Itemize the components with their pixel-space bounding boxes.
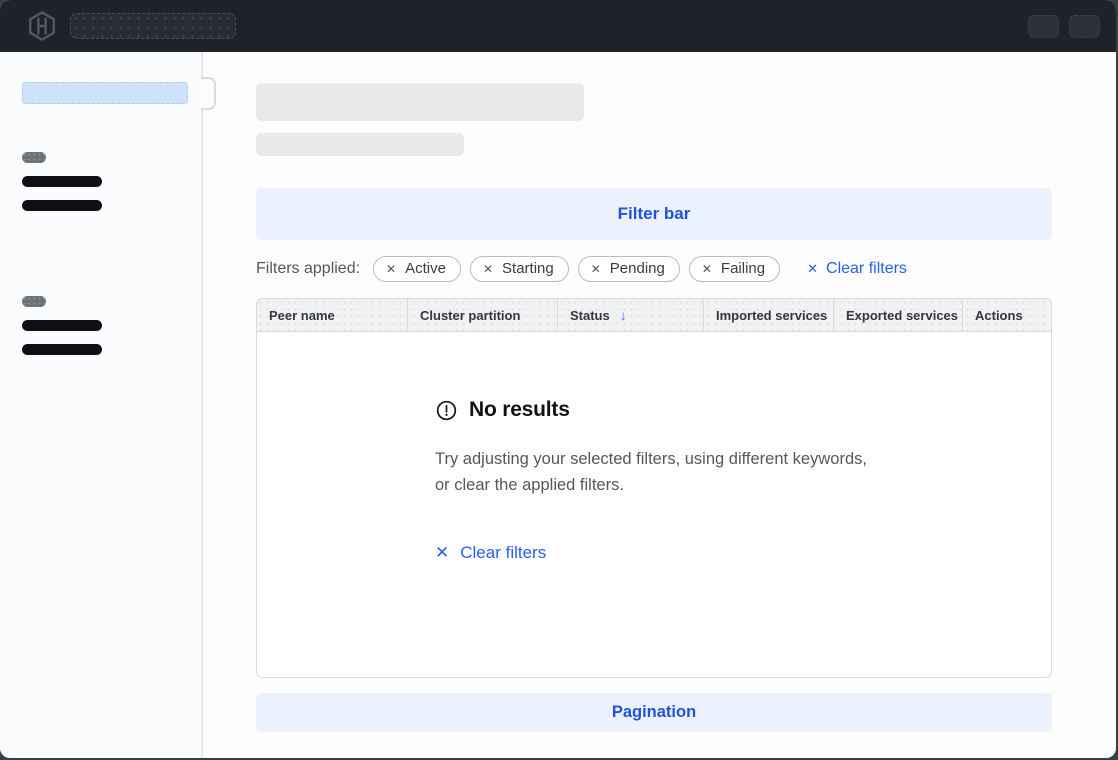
page-subtitle-skeleton [256,133,464,156]
column-header-imported-services[interactable]: Imported services [703,299,833,331]
column-header-label: Status [570,308,610,323]
close-icon[interactable]: ✕ [702,262,712,276]
pagination-banner[interactable]: Pagination [256,693,1052,732]
sidebar-toggle-handle[interactable] [201,77,216,110]
top-navbar [0,0,1116,52]
column-header-actions: Actions [962,299,1051,331]
filter-chips: ✕ Active ✕ Starting ✕ Pending ✕ Failing [373,256,780,282]
filter-bar-label: Filter bar [618,204,691,224]
filter-chip-label: Pending [610,260,665,277]
sidebar-item-skeleton[interactable] [22,176,102,187]
filters-applied-label: Filters applied: [256,260,360,278]
column-header-label: Cluster partition [420,308,520,323]
sidebar-item-skeleton[interactable] [22,200,102,211]
column-header-label: Actions [975,308,1023,323]
navbar-button-placeholder-1[interactable] [1028,15,1059,38]
navbar-button-placeholder-2[interactable] [1069,15,1100,38]
close-icon[interactable]: ✕ [386,262,396,276]
filter-chip-label: Starting [502,260,554,277]
sidebar-selected-item[interactable] [22,82,188,104]
sidebar-section-label-skeleton-2 [22,296,46,307]
page-title-skeleton [256,83,584,121]
close-icon[interactable]: ✕ [483,262,493,276]
sidebar-item-skeleton[interactable] [22,320,102,331]
filter-chip-starting[interactable]: ✕ Starting [470,256,569,282]
empty-state-title: No results [469,398,570,422]
sidebar [0,52,203,758]
empty-state: No results Try adjusting your selected f… [435,398,867,563]
column-header-status[interactable]: Status ↓ [557,299,703,331]
filter-bar-banner[interactable]: Filter bar [256,188,1052,240]
column-header-cluster-partition[interactable]: Cluster partition [407,299,557,331]
sort-descending-icon[interactable]: ↓ [620,307,627,323]
search-input[interactable] [70,13,236,39]
app-window: Filter bar Filters applied: ✕ Active ✕ S… [0,0,1116,758]
close-icon: ✕ [435,543,449,563]
column-header-label: Exported services [846,308,958,323]
applied-filters-row: Filters applied: ✕ Active ✕ Starting ✕ P… [256,255,1052,283]
table-body: No results Try adjusting your selected f… [256,332,1052,678]
filter-chip-failing[interactable]: ✕ Failing [689,256,780,282]
empty-state-clear-filters-label: Clear filters [460,543,546,563]
column-header-exported-services[interactable]: Exported services [833,299,962,331]
column-header-label: Imported services [716,308,827,323]
clear-filters-link[interactable]: ✕ Clear filters [807,260,907,278]
table-header-row: Peer name Cluster partition Status ↓ Imp… [256,298,1052,332]
close-icon: ✕ [807,261,818,277]
pagination-label: Pagination [612,703,696,722]
filter-chip-label: Failing [721,260,765,277]
close-icon[interactable]: ✕ [591,262,601,276]
sidebar-item-skeleton[interactable] [22,344,102,355]
filter-chip-active[interactable]: ✕ Active [373,256,461,282]
sidebar-section-label-skeleton-1 [22,152,46,163]
clear-filters-label: Clear filters [826,260,907,278]
filter-chip-label: Active [405,260,446,277]
column-header-label: Peer name [269,308,335,323]
peers-table: Peer name Cluster partition Status ↓ Imp… [256,298,1052,678]
hashicorp-logo-icon [26,10,58,42]
alert-circle-icon [435,399,458,422]
column-header-peer-name[interactable]: Peer name [257,299,407,331]
filter-chip-pending[interactable]: ✕ Pending [578,256,680,282]
main-content: Filter bar Filters applied: ✕ Active ✕ S… [203,52,1116,758]
empty-state-description: Try adjusting your selected filters, usi… [435,446,867,499]
empty-state-clear-filters-link[interactable]: ✕ Clear filters [435,543,546,563]
